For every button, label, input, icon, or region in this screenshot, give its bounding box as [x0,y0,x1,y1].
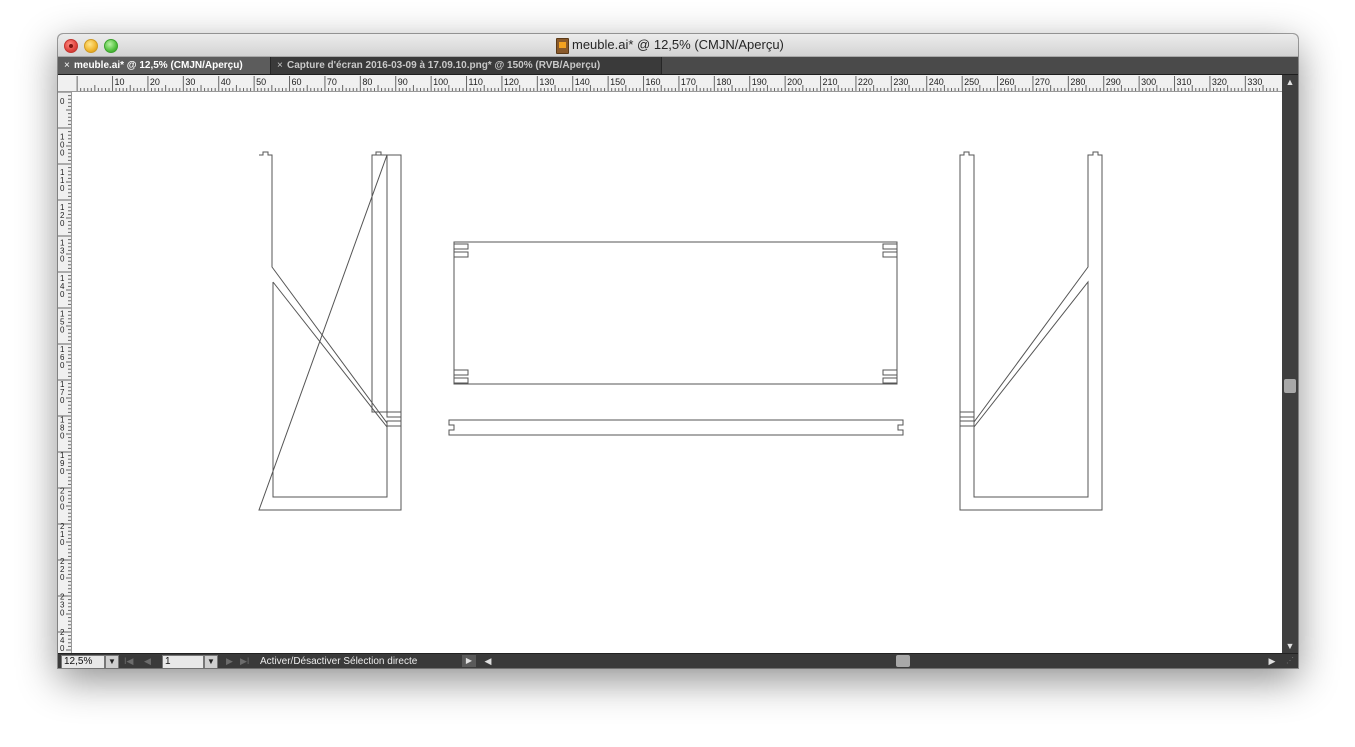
ruler-label: 200 [787,77,802,87]
scroll-right-icon[interactable]: ▶ [1266,654,1278,668]
status-bar: 12,5% ▼ I◀ ◀ 1 ▼ ▶ ▶I Activer/Désactiver… [58,653,1298,668]
ruler-label: 0 [60,538,65,547]
close-window-button[interactable] [64,39,78,53]
ruler-label: 240 [929,77,944,87]
ruler-label: 310 [1177,77,1192,87]
ruler-label: 300 [1141,77,1156,87]
ruler-label: 190 [752,77,767,87]
ruler-label: 70 [327,77,337,87]
window-title: meuble.ai* @ 12,5% (CMJN/Aperçu) [572,37,784,52]
ruler-label: 10 [115,77,125,87]
application-window: meuble.ai* @ 12,5% (CMJN/Aperçu) × meuble… [58,34,1298,668]
close-tab-icon[interactable]: × [277,57,287,74]
center-strip[interactable] [448,419,904,436]
vertical-scrollbar[interactable]: ▲ ▼ [1282,75,1298,653]
ruler-label: 0 [60,219,65,228]
ruler-label: 0 [60,361,65,370]
tab-label: Capture d'écran 2016-03-09 à 17.09.10.pn… [287,60,601,71]
zoom-window-button[interactable] [104,39,118,53]
ruler-label: 100 [433,77,448,87]
ruler-label: 170 [681,77,696,87]
ruler-label: 320 [1212,77,1227,87]
ruler-label: 0 [60,290,65,299]
horizontal-ruler[interactable]: 10 20 30 40 50 60 70 80 90 100 110 120 130 140 150 160 1… [72,75,1282,92]
ruler-label: 0 [60,609,65,618]
ruler-label: 150 [610,77,625,87]
ruler-label: 0 [60,325,65,334]
ruler-label: 80 [362,77,372,87]
zoom-dropdown-icon[interactable]: ▼ [105,655,119,668]
ruler-label: 20 [150,77,160,87]
first-page-icon[interactable]: I◀ [124,655,133,668]
status-tool-hint: Activer/Désactiver Sélection directe [260,656,418,667]
ruler-label: 40 [221,77,231,87]
status-menu-icon[interactable]: ▶ [462,655,476,667]
zoom-level-field[interactable]: 12,5% [61,655,105,668]
ruler-label: 250 [964,77,979,87]
ruler-label: 290 [1106,77,1121,87]
tab-meuble[interactable]: × meuble.ai* @ 12,5% (CMJN/Aperçu) [58,57,271,74]
scroll-left-icon[interactable]: ◀ [482,654,494,668]
left-side-panel[interactable] [258,151,402,511]
ruler-label: 180 [716,77,731,87]
ruler-label: 220 [858,77,873,87]
page-dropdown-icon[interactable]: ▼ [204,655,218,668]
next-page-icon[interactable]: ▶ [226,655,233,668]
vertical-scroll-thumb[interactable] [1284,379,1296,393]
ruler-label: 0 [60,184,65,193]
ruler-label: 160 [646,77,661,87]
ruler-label: 0 [60,432,65,441]
scroll-down-icon[interactable]: ▼ [1282,639,1298,653]
ruler-label: 0 [60,97,65,106]
last-page-icon[interactable]: ▶I [240,655,249,668]
ruler-label: 280 [1070,77,1085,87]
horizontal-scrollbar[interactable]: ◀ ▶ [480,654,1282,668]
ruler-label: 0 [60,573,65,582]
ruler-label: 0 [60,467,65,476]
resize-grip-icon[interactable]: ⋰ [1284,655,1296,667]
ruler-label: 0 [60,148,65,157]
ruler-label: 0 [60,502,65,511]
ruler-label: 30 [185,77,195,87]
minimize-window-button[interactable] [84,39,98,53]
ruler-label: 130 [539,77,554,87]
center-panel[interactable] [453,241,898,385]
horizontal-scroll-thumb[interactable] [896,655,910,667]
ruler-label: 110 [469,77,483,87]
title-bar[interactable]: meuble.ai* @ 12,5% (CMJN/Aperçu) [58,34,1298,57]
ruler-label: 330 [1247,77,1262,87]
tab-capture[interactable]: × Capture d'écran 2016-03-09 à 17.09.10.p… [270,57,662,74]
tab-label: meuble.ai* @ 12,5% (CMJN/Aperçu) [74,60,243,71]
close-tab-icon[interactable]: × [64,57,74,74]
ruler-label: 60 [292,77,302,87]
document-icon [556,38,569,54]
document-tab-bar: × meuble.ai* @ 12,5% (CMJN/Aperçu) × Captu… [58,57,1298,75]
ruler-label: 230 [893,77,908,87]
ruler-label: 0 [60,255,65,264]
ruler-label: 270 [1035,77,1050,87]
ruler-label: 120 [504,77,519,87]
ruler-origin[interactable] [58,75,73,92]
page-number-field[interactable]: 1 [162,655,204,668]
right-side-panel[interactable] [959,151,1103,511]
ruler-label: 260 [1000,77,1015,87]
scroll-up-icon[interactable]: ▲ [1282,75,1298,89]
ruler-label: 210 [823,77,838,87]
ruler-label: 0 [60,644,65,653]
ruler-label: 140 [575,77,590,87]
ruler-label: 50 [256,77,266,87]
vertical-ruler[interactable]: 0100110120130140150160170180190200210220… [58,92,72,653]
previous-page-icon[interactable]: ◀ [144,655,151,668]
artboard-canvas[interactable] [72,92,1282,653]
ruler-label: 90 [398,77,408,87]
ruler-label: 0 [60,396,65,405]
